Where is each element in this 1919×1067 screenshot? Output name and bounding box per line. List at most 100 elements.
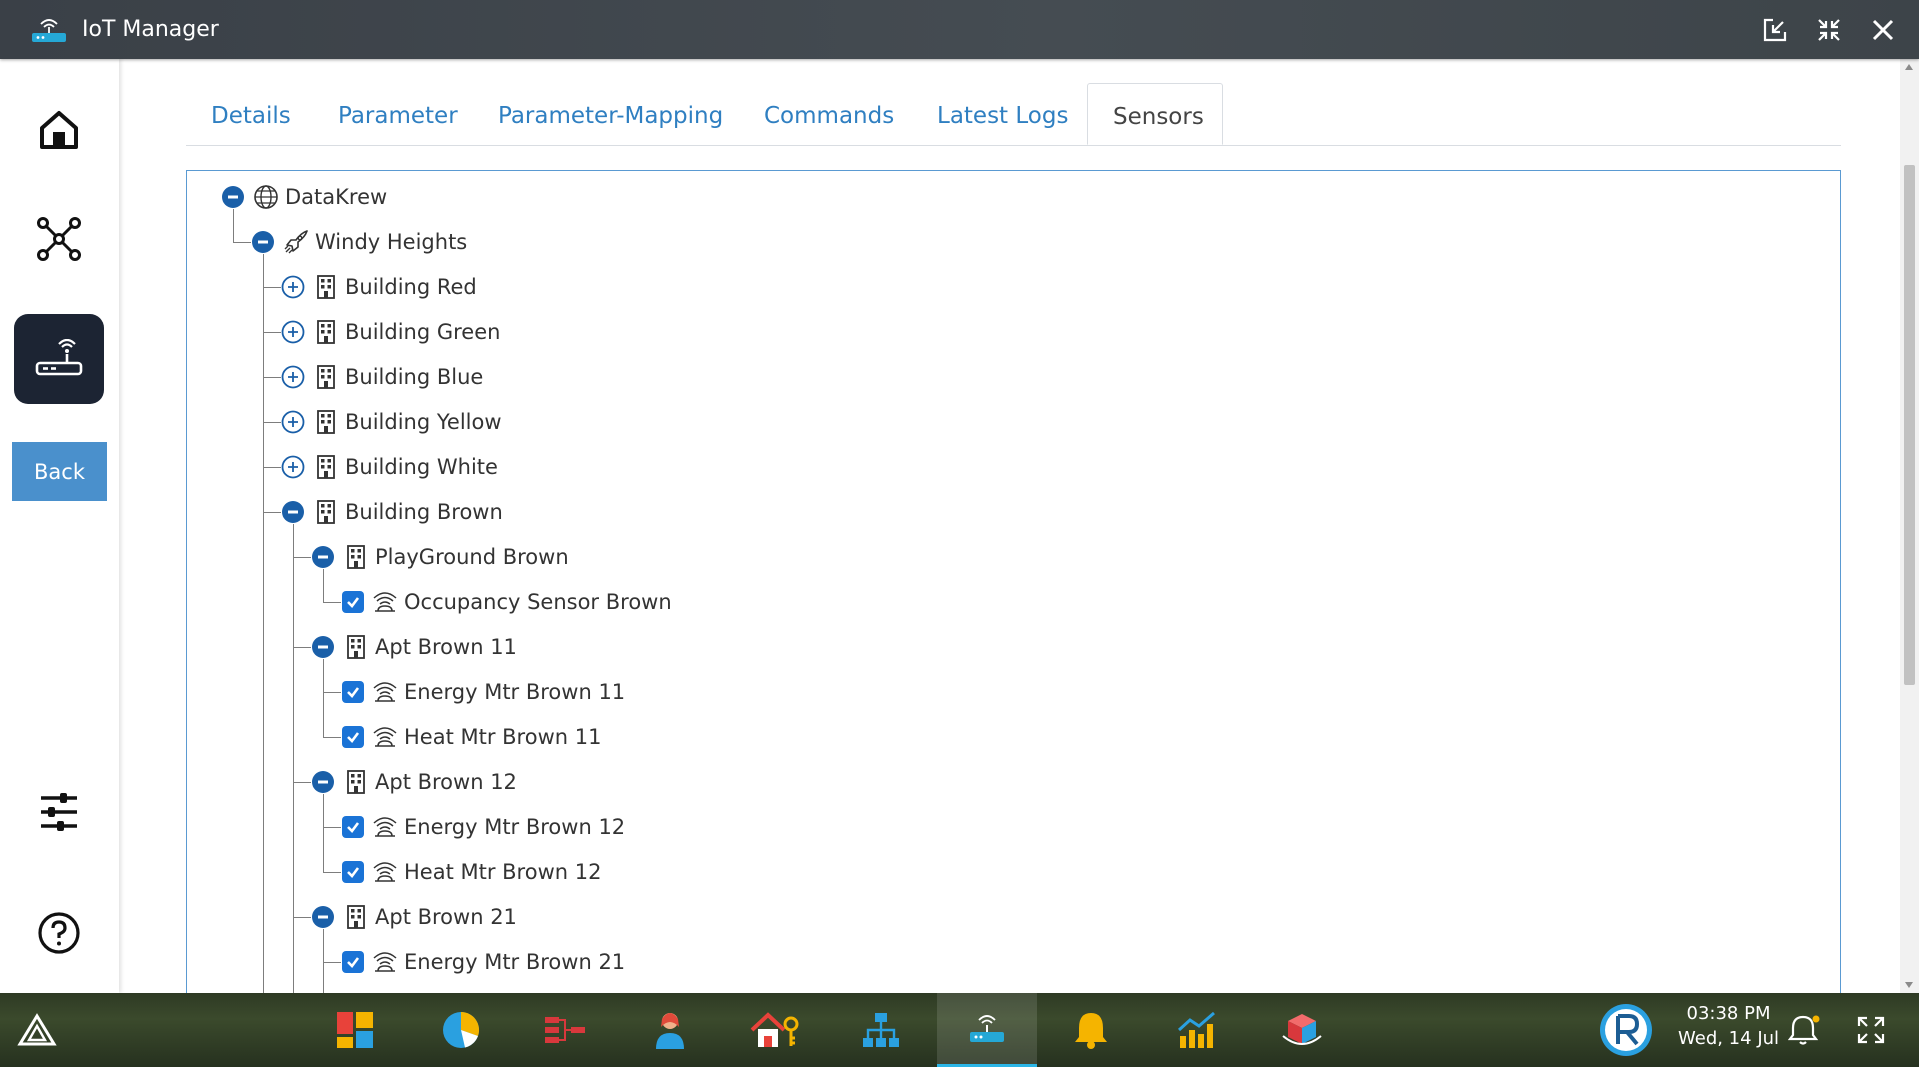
tree-connector (233, 209, 234, 242)
tree-connector (293, 524, 294, 1011)
taskbar-users[interactable] (640, 993, 700, 1067)
tree-node-label: Building Green (345, 320, 501, 344)
sidebar-item-help[interactable] (14, 888, 104, 978)
tree-node[interactable]: Apt Brown 21 (311, 899, 517, 935)
building-icon (317, 275, 335, 299)
tree-node[interactable]: Occupancy Sensor Brown (342, 584, 672, 620)
tree-connector (233, 242, 251, 243)
tree-connector (323, 962, 341, 963)
sidebar-item-home[interactable] (14, 85, 104, 175)
tree-node[interactable]: Apt Brown 12 (311, 764, 517, 800)
collapse-toggle-icon[interactable] (311, 545, 335, 569)
checkbox[interactable] (342, 681, 364, 703)
help-icon (38, 912, 80, 954)
checkbox[interactable] (342, 726, 364, 748)
profile-logo-icon (1600, 1004, 1652, 1056)
collapse-button[interactable] (1813, 14, 1845, 46)
taskbar-flow[interactable] (535, 993, 595, 1067)
tree-node[interactable]: Energy Mtr Brown 21 (342, 944, 625, 980)
tree-node[interactable]: Energy Mtr Brown 12 (342, 809, 625, 845)
tree-node[interactable]: Building Brown (281, 494, 503, 530)
clock-date: Wed, 14 Jul (1678, 1028, 1780, 1049)
sidebar-item-iot-device[interactable] (14, 314, 104, 404)
taskbar-iot-manager[interactable] (937, 993, 1037, 1067)
taskbar-access[interactable] (745, 993, 805, 1067)
collapse-toggle-icon[interactable] (221, 185, 245, 209)
tree-node-label: Energy Mtr Brown 21 (404, 950, 626, 974)
tab-details[interactable]: Details (211, 83, 291, 145)
tree-connector (263, 332, 281, 333)
taskbar-notifications[interactable] (1783, 993, 1827, 1067)
tab-latest-logs[interactable]: Latest Logs (937, 83, 1068, 145)
tree-node[interactable]: Heat Mtr Brown 11 (342, 719, 601, 755)
back-button[interactable]: Back (12, 442, 107, 501)
collapse-toggle-icon[interactable] (311, 770, 335, 794)
page-scrollbar[interactable] (1900, 59, 1919, 993)
tree-node[interactable]: Building Green (281, 314, 500, 350)
tree-node[interactable]: Heat Mtr Brown 12 (342, 854, 601, 890)
tab-commands[interactable]: Commands (764, 83, 894, 145)
tree-node[interactable]: Building White (281, 449, 498, 485)
taskbar-hierarchy[interactable] (851, 993, 911, 1067)
building-icon (347, 545, 365, 569)
tree-connector (293, 782, 311, 783)
checkmark-icon (347, 597, 360, 608)
tab-parameter-mapping[interactable]: Parameter-Mapping (498, 83, 723, 145)
bar-chart-icon (1177, 1011, 1215, 1048)
checkbox[interactable] (342, 951, 364, 973)
taskbar-profile[interactable] (1594, 993, 1658, 1067)
window-controls (1759, 0, 1899, 59)
tree-node-label: Occupancy Sensor Brown (404, 590, 672, 614)
scroll-thumb[interactable] (1904, 165, 1915, 685)
taskbar-analytics[interactable] (431, 993, 491, 1067)
tree-node[interactable]: Building Yellow (281, 404, 502, 440)
expand-toggle-icon[interactable] (281, 365, 305, 389)
pie-chart-icon (443, 1012, 480, 1048)
tree-connector (293, 917, 311, 918)
tree-connector (323, 827, 341, 828)
tree-node-label: PlayGround Brown (375, 545, 569, 569)
checkbox[interactable] (342, 591, 364, 613)
close-button[interactable] (1867, 14, 1899, 46)
tree-node[interactable]: PlayGround Brown (311, 539, 569, 575)
collapse-toggle-icon[interactable] (251, 230, 275, 254)
checkbox[interactable] (342, 816, 364, 838)
expand-toggle-icon[interactable] (281, 455, 305, 479)
taskbar: 03:38 PM Wed, 14 Jul (0, 993, 1919, 1067)
collapse-toggle-icon[interactable] (311, 635, 335, 659)
tab-parameter[interactable]: Parameter (338, 83, 458, 145)
expand-toggle-icon[interactable] (281, 320, 305, 344)
tree-node[interactable]: Building Red (281, 269, 477, 305)
taskbar-start[interactable] (7, 993, 67, 1067)
tree-node[interactable]: DataKrew (221, 179, 387, 215)
taskbar-dashboard[interactable] (325, 993, 385, 1067)
sensor-icon (373, 952, 397, 972)
tab-sensors[interactable]: Sensors (1087, 83, 1223, 145)
tree-node[interactable]: Apt Brown 11 (311, 629, 517, 665)
sidebar-item-network[interactable] (14, 194, 104, 284)
expand-toggle-icon[interactable] (281, 410, 305, 434)
scroll-up-arrow[interactable] (1905, 64, 1913, 70)
tree-node[interactable]: Building Blue (281, 359, 483, 395)
taskbar-alerts[interactable] (1061, 993, 1121, 1067)
scroll-down-arrow[interactable] (1905, 982, 1913, 988)
flow-icon (545, 1017, 585, 1043)
clock-time: 03:38 PM (1686, 1003, 1771, 1024)
sidebar-item-settings[interactable] (14, 767, 104, 857)
taskbar-3d[interactable] (1272, 993, 1332, 1067)
popout-button[interactable] (1759, 14, 1791, 46)
collapse-toggle-icon[interactable] (281, 500, 305, 524)
checkbox[interactable] (342, 861, 364, 883)
tree-node-label: Building Yellow (345, 410, 502, 434)
taskbar-fullscreen[interactable] (1849, 993, 1893, 1067)
checkmark-icon (347, 687, 360, 698)
tree-node[interactable]: Windy Heights (251, 224, 467, 260)
user-icon (656, 1013, 684, 1049)
sensor-tree: DataKrew Windy Heights Building Red Buildin… (186, 170, 1841, 1011)
collapse-toggle-icon[interactable] (311, 905, 335, 929)
main-content: Details Parameter Parameter-Mapping Comm… (119, 59, 1900, 1011)
checkmark-icon (347, 732, 360, 743)
tree-node[interactable]: Energy Mtr Brown 11 (342, 674, 625, 710)
expand-toggle-icon[interactable] (281, 275, 305, 299)
taskbar-reports[interactable] (1167, 993, 1227, 1067)
